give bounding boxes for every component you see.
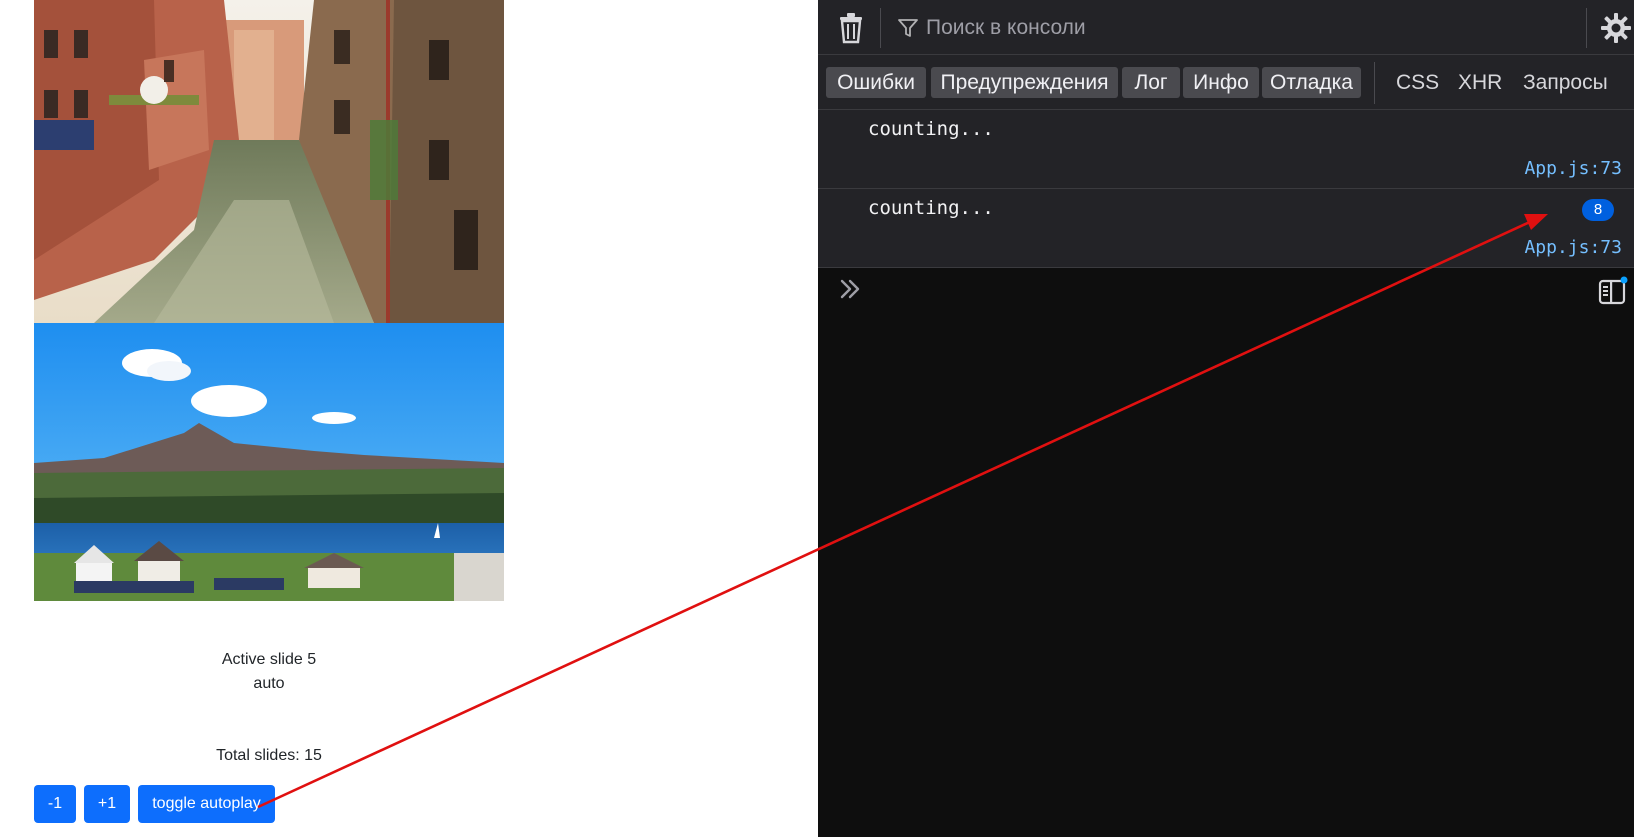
console-filter-bar: Ошибки Предупреждения Лог Инфо Отладка C… — [818, 55, 1634, 110]
active-slide-text: Active slide 5 — [221, 651, 317, 668]
filter-icon — [898, 18, 918, 38]
console-message-text: counting... — [868, 118, 994, 140]
web-page: Active slide 5 auto Total slides: 15 -1 … — [0, 0, 818, 837]
prev-slide-button[interactable]: -1 — [34, 785, 76, 823]
filter-warnings-button[interactable]: Предупреждения — [931, 67, 1118, 98]
filter-info-button[interactable]: Инфо — [1183, 67, 1259, 98]
slide-image-lake — [34, 323, 504, 601]
split-console-icon[interactable] — [1598, 276, 1628, 306]
console-toolbar — [818, 0, 1634, 55]
filter-errors-button[interactable]: Ошибки — [826, 67, 926, 98]
filter-css-button[interactable]: CSS — [1396, 67, 1439, 98]
filter-xhr-button[interactable]: XHR — [1458, 67, 1502, 98]
slide-image-canal — [34, 0, 504, 323]
toolbar-separator — [880, 8, 881, 48]
console-message: counting... App.js:73 — [818, 110, 1634, 189]
console-message-text: counting... — [868, 197, 994, 219]
filter-separator — [1374, 62, 1375, 104]
toggle-autoplay-button[interactable]: toggle autoplay — [138, 785, 275, 823]
filter-debug-button[interactable]: Отладка — [1262, 67, 1361, 98]
filter-log-button[interactable]: Лог — [1122, 67, 1180, 98]
console-filter-input[interactable] — [926, 10, 1486, 46]
trash-icon[interactable] — [838, 12, 864, 44]
repeat-count-badge: 8 — [1582, 199, 1614, 221]
autoplay-mode-text: auto — [253, 675, 285, 692]
total-slides-text: Total slides: 15 — [216, 747, 322, 764]
console-message-source-link[interactable]: App.js:73 — [1524, 237, 1622, 258]
next-slide-button[interactable]: +1 — [84, 785, 130, 823]
toolbar-separator — [1586, 8, 1587, 48]
devtools-console-panel: Ошибки Предупреждения Лог Инфо Отладка C… — [818, 0, 1634, 837]
gear-icon[interactable] — [1600, 12, 1632, 44]
filter-requests-button[interactable]: Запросы — [1523, 67, 1608, 98]
prompt-chevron-icon — [838, 276, 864, 302]
console-message-source-link[interactable]: App.js:73 — [1524, 158, 1622, 179]
console-message: counting... 8 App.js:73 — [818, 189, 1634, 268]
